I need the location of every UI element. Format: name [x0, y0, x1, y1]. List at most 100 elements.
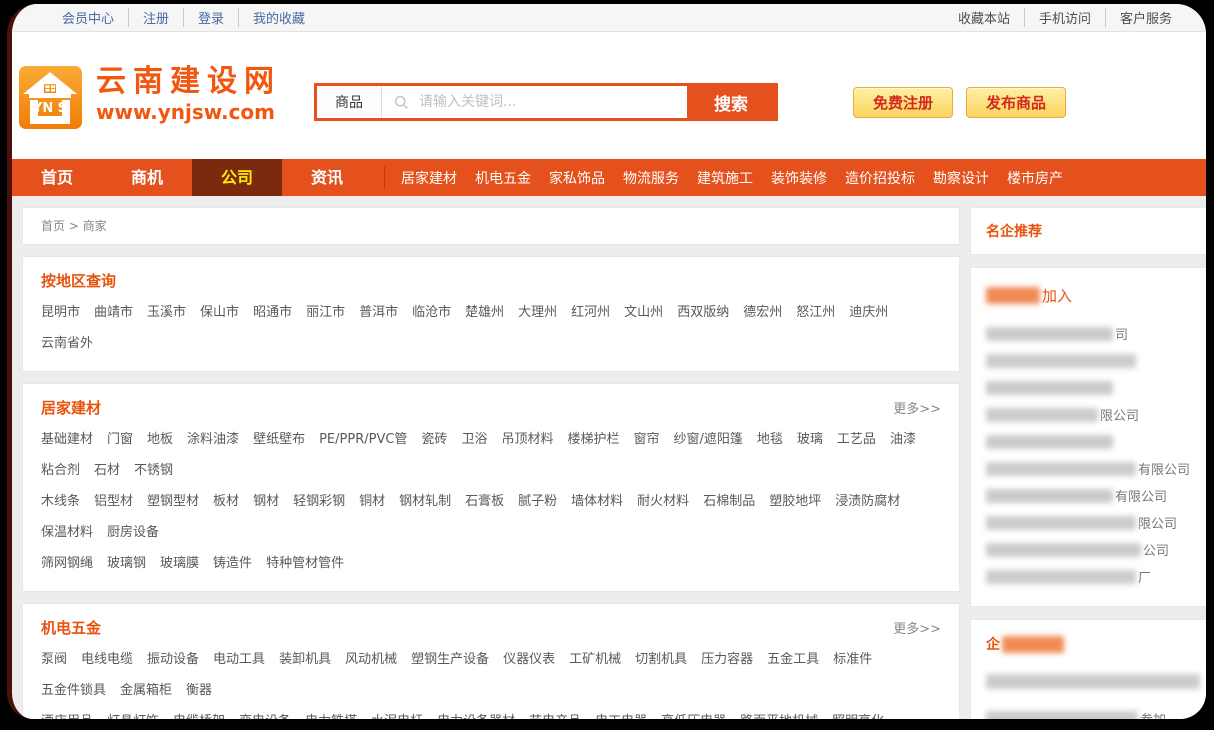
category-link[interactable]: 振动设备 — [147, 644, 199, 675]
nav-category-link[interactable]: 楼市房产 — [1007, 168, 1063, 188]
company-list-item[interactable] — [986, 374, 1206, 401]
enterprise-line[interactable]: 参加 — [986, 709, 1206, 719]
category-link[interactable]: 保温材料 — [41, 517, 93, 548]
company-list-item[interactable]: 司 — [986, 320, 1206, 347]
site-logo[interactable]: YN S — [17, 64, 84, 131]
category-link[interactable]: 工艺品 — [837, 424, 876, 455]
tab-company[interactable]: 公司 — [192, 159, 282, 196]
category-link[interactable]: 涂料油漆 — [187, 424, 239, 455]
region-link[interactable]: 临沧市 — [412, 297, 451, 328]
category-link[interactable]: 门窗 — [107, 424, 133, 455]
category-link[interactable]: 金属箱柜 — [120, 675, 172, 706]
tab-news[interactable]: 资讯 — [282, 159, 372, 196]
category-link[interactable]: 不锈钢 — [134, 455, 173, 486]
category-link[interactable]: 壁纸壁布 — [253, 424, 305, 455]
region-link[interactable]: 昆明市 — [41, 297, 80, 328]
topbar-link[interactable]: 我的收藏 — [238, 8, 319, 27]
category-link[interactable]: 石膏板 — [465, 486, 504, 517]
company-list-item[interactable]: 有限公司 — [986, 482, 1206, 509]
category-link[interactable]: 五金件锁具 — [41, 675, 106, 706]
region-link[interactable]: 昭通市 — [253, 297, 292, 328]
region-link[interactable]: 怒江州 — [796, 297, 835, 328]
category-link[interactable]: 风动机械 — [345, 644, 397, 675]
category-link[interactable]: 塑胶地坪 — [769, 486, 821, 517]
category-link[interactable]: 塑钢型材 — [147, 486, 199, 517]
company-list-item[interactable]: 限公司 — [986, 509, 1206, 536]
category-link[interactable]: 泵阀 — [41, 644, 67, 675]
nav-category-link[interactable]: 造价招投标 — [845, 168, 915, 188]
region-link[interactable]: 云南省外 — [41, 328, 93, 359]
category-link[interactable]: 厨房设备 — [107, 517, 159, 548]
region-link[interactable]: 保山市 — [200, 297, 239, 328]
category-link[interactable]: 五金工具 — [767, 644, 819, 675]
category-link[interactable]: 窗帘 — [633, 424, 659, 455]
topbar-link[interactable]: 客户服务 — [1105, 8, 1186, 27]
nav-category-link[interactable]: 勘察设计 — [933, 168, 989, 188]
category-link[interactable]: 卫浴 — [461, 424, 487, 455]
category-link[interactable]: 变电设备 — [239, 706, 291, 719]
region-link[interactable]: 普洱市 — [359, 297, 398, 328]
category-link[interactable]: 石材 — [94, 455, 120, 486]
category-link[interactable]: 浸渍防腐材 — [835, 486, 900, 517]
region-link[interactable]: 红河州 — [571, 297, 610, 328]
category-link[interactable]: 玻璃膜 — [160, 548, 199, 579]
category-link[interactable]: 电力设备器材 — [437, 706, 515, 719]
category-link[interactable]: 板材 — [213, 486, 239, 517]
free-register-button[interactable]: 免费注册 — [853, 87, 953, 118]
category-link[interactable]: 油漆 — [890, 424, 916, 455]
more-link[interactable]: 更多>> — [893, 618, 941, 637]
category-link[interactable]: 玻璃钢 — [107, 548, 146, 579]
category-link[interactable]: 电线电缆 — [81, 644, 133, 675]
category-link[interactable]: 木线条 — [41, 486, 80, 517]
category-link[interactable]: 灯具灯饰 — [107, 706, 159, 719]
category-link[interactable]: 瓷砖 — [421, 424, 447, 455]
category-link[interactable]: 衡器 — [186, 675, 212, 706]
category-link[interactable]: 酒店用品 — [41, 706, 93, 719]
search-input[interactable] — [417, 93, 687, 111]
tab-home[interactable]: 首页 — [12, 159, 102, 196]
category-link[interactable]: 电工电器 — [595, 706, 647, 719]
category-link[interactable]: PE/PPR/PVC管 — [319, 424, 407, 455]
category-link[interactable]: 压力容器 — [701, 644, 753, 675]
company-list-item[interactable] — [986, 428, 1206, 455]
category-link[interactable]: 路面平地机械 — [740, 706, 818, 719]
nav-category-link[interactable]: 装饰装修 — [771, 168, 827, 188]
category-link[interactable]: 塑钢生产设备 — [411, 644, 489, 675]
topbar-link[interactable]: 手机访问 — [1024, 8, 1105, 27]
company-list-item[interactable] — [986, 347, 1206, 374]
nav-category-link[interactable]: 居家建材 — [401, 168, 457, 188]
search-category-select[interactable]: 商品 — [317, 86, 382, 118]
category-link[interactable]: 钢材 — [253, 486, 279, 517]
category-link[interactable]: 铸造件 — [213, 548, 252, 579]
publish-product-button[interactable]: 发布商品 — [966, 87, 1066, 118]
category-link[interactable]: 水泥电杆 — [371, 706, 423, 719]
category-link[interactable]: 仪器仪表 — [503, 644, 555, 675]
company-list-item[interactable]: 公司 — [986, 536, 1206, 563]
category-link[interactable]: 石棉制品 — [703, 486, 755, 517]
company-list-item[interactable]: 有限公司 — [986, 455, 1206, 482]
topbar-link[interactable]: 注册 — [128, 8, 183, 27]
category-link[interactable]: 吊顶材料 — [501, 424, 553, 455]
topbar-link[interactable]: 收藏本站 — [944, 8, 1024, 27]
region-link[interactable]: 文山州 — [624, 297, 663, 328]
category-link[interactable]: 地毯 — [757, 424, 783, 455]
region-link[interactable]: 楚雄州 — [465, 297, 504, 328]
category-link[interactable]: 粘合剂 — [41, 455, 80, 486]
company-list-item[interactable]: 限公司 — [986, 401, 1206, 428]
category-link[interactable]: 电动工具 — [213, 644, 265, 675]
category-link[interactable]: 节电产品 — [529, 706, 581, 719]
category-link[interactable]: 铝型材 — [94, 486, 133, 517]
category-link[interactable]: 纱窗/遮阳篷 — [674, 424, 743, 455]
region-link[interactable]: 大理州 — [518, 297, 557, 328]
nav-category-link[interactable]: 机电五金 — [475, 168, 531, 188]
category-link[interactable]: 电力铁塔 — [305, 706, 357, 719]
category-link[interactable]: 耐火材料 — [637, 486, 689, 517]
category-link[interactable]: 轻钢彩钢 — [293, 486, 345, 517]
category-link[interactable]: 铜材 — [359, 486, 385, 517]
region-link[interactable]: 丽江市 — [306, 297, 345, 328]
nav-category-link[interactable]: 家私饰品 — [549, 168, 605, 188]
region-link[interactable]: 曲靖市 — [94, 297, 133, 328]
region-link[interactable]: 德宏州 — [743, 297, 782, 328]
topbar-link[interactable]: 会员中心 — [48, 8, 128, 27]
company-list-item[interactable]: 厂 — [986, 563, 1206, 590]
